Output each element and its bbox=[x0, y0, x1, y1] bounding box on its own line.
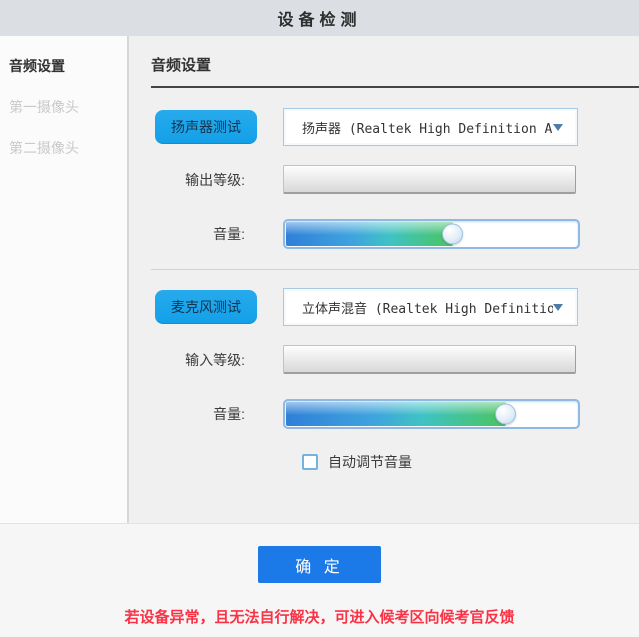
chevron-down-icon bbox=[553, 304, 563, 311]
input-level-row: 输入等级: bbox=[151, 345, 639, 374]
speaker-test-button[interactable]: 扬声器测试 bbox=[155, 110, 257, 144]
section-divider bbox=[151, 269, 639, 270]
sidebar: 音频设置 第一摄像头 第二摄像头 bbox=[0, 36, 129, 523]
input-level-meter bbox=[283, 345, 576, 374]
microphone-volume-fill bbox=[286, 402, 506, 426]
confirm-button[interactable]: 确 定 bbox=[258, 546, 381, 583]
footer: 确 定 若设备异常，且无法自行解决，可进入候考区向候考官反馈 bbox=[0, 524, 639, 637]
auto-adjust-row: 自动调节音量 bbox=[151, 452, 639, 472]
microphone-volume-label: 音量: bbox=[151, 404, 283, 424]
speaker-volume-slider[interactable] bbox=[283, 219, 580, 249]
microphone-device-value: 立体声混音 (Realtek High Definition Audio) bbox=[302, 298, 553, 317]
output-level-label: 输出等级: bbox=[151, 170, 283, 190]
app-body: 音频设置 第一摄像头 第二摄像头 音频设置 扬声器测试 扬声器 (Realtek… bbox=[0, 36, 639, 524]
sidebar-item-camera-2[interactable]: 第二摄像头 bbox=[0, 140, 127, 156]
speaker-device-select[interactable]: 扬声器 (Realtek High Definition Audio) bbox=[283, 108, 578, 146]
device-issue-notice: 若设备异常，且无法自行解决，可进入候考区向候考官反馈 bbox=[124, 606, 514, 627]
speaker-test-row: 扬声器测试 扬声器 (Realtek High Definition Audio… bbox=[151, 108, 639, 146]
microphone-volume-row: 音量: bbox=[151, 399, 639, 429]
microphone-test-row: 麦克风测试 立体声混音 (Realtek High Definition Aud… bbox=[151, 288, 639, 326]
sidebar-item-camera-1[interactable]: 第一摄像头 bbox=[0, 99, 127, 115]
microphone-test-button[interactable]: 麦克风测试 bbox=[155, 290, 257, 324]
section-title: 音频设置 bbox=[151, 54, 639, 88]
auto-volume-label[interactable]: 自动调节音量 bbox=[328, 452, 412, 472]
microphone-volume-handle[interactable] bbox=[495, 404, 516, 425]
chevron-down-icon bbox=[553, 124, 563, 131]
microphone-volume-slider[interactable] bbox=[283, 399, 580, 429]
input-level-label: 输入等级: bbox=[151, 350, 283, 370]
sidebar-item-audio-settings[interactable]: 音频设置 bbox=[0, 58, 127, 74]
output-level-row: 输出等级: bbox=[151, 165, 639, 194]
auto-volume-checkbox[interactable] bbox=[302, 454, 318, 470]
audio-settings-form: 扬声器测试 扬声器 (Realtek High Definition Audio… bbox=[151, 108, 639, 472]
auto-adjust-option[interactable]: 自动调节音量 bbox=[302, 452, 412, 472]
speaker-volume-label: 音量: bbox=[151, 224, 283, 244]
app-header: 设备检测 bbox=[0, 0, 639, 36]
speaker-volume-row: 音量: bbox=[151, 219, 639, 249]
speaker-device-value: 扬声器 (Realtek High Definition Audio) bbox=[302, 118, 553, 137]
output-level-meter bbox=[283, 165, 576, 194]
speaker-volume-handle[interactable] bbox=[442, 224, 463, 245]
microphone-device-select[interactable]: 立体声混音 (Realtek High Definition Audio) bbox=[283, 288, 578, 326]
page-title: 设备检测 bbox=[277, 6, 361, 30]
speaker-volume-fill bbox=[286, 222, 453, 246]
content-panel: 音频设置 扬声器测试 扬声器 (Realtek High Definition … bbox=[129, 36, 639, 523]
